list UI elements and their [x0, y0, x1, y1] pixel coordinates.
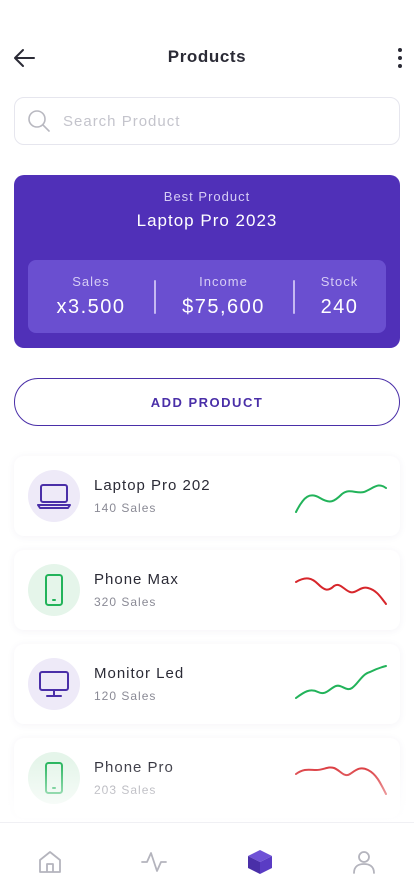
stat-label: Income	[199, 274, 248, 289]
best-product-label: Best Product	[163, 189, 251, 204]
bottom-navigation	[0, 822, 414, 896]
laptop-icon	[37, 484, 71, 509]
stat-label: Sales	[72, 274, 110, 289]
search-input[interactable]	[63, 112, 363, 130]
add-product-button[interactable]: ADD PRODUCT	[14, 378, 400, 426]
trend-down-sparkline	[295, 577, 387, 605]
list-item[interactable]: Phone Max 320 Sales	[14, 550, 400, 630]
more-options-button[interactable]	[392, 42, 408, 74]
stat-sales: Sales x3.500	[28, 260, 154, 333]
app-header: Products	[0, 0, 414, 100]
more-vertical-icon	[398, 48, 402, 68]
product-icon-circle	[28, 470, 80, 522]
nav-home[interactable]	[35, 847, 65, 877]
trend-up-sparkline	[295, 484, 387, 513]
list-item[interactable]: Monitor Led 120 Sales	[14, 644, 400, 724]
product-sales: 203 Sales	[94, 783, 157, 797]
nav-activity[interactable]	[139, 847, 169, 877]
phone-icon	[45, 762, 63, 794]
list-item[interactable]: Laptop Pro 202 140 Sales	[14, 456, 400, 536]
product-name: Phone Max	[94, 571, 179, 588]
product-icon-circle	[28, 564, 80, 616]
stat-value: x3.500	[56, 296, 126, 318]
product-icon-circle	[28, 752, 80, 804]
stat-stock: Stock 240	[293, 260, 386, 333]
user-icon	[353, 851, 375, 874]
nav-products[interactable]	[245, 847, 275, 877]
product-name: Monitor Led	[94, 665, 185, 682]
activity-icon	[141, 852, 167, 872]
best-product-name: Laptop Pro 2023	[136, 211, 278, 230]
best-product-card: Best Product Laptop Pro 2023 Sales x3.50…	[14, 175, 400, 348]
stat-value: 240	[320, 296, 359, 318]
product-sales: 320 Sales	[94, 595, 157, 609]
stat-income: Income $75,600	[154, 260, 293, 333]
product-sales: 120 Sales	[94, 689, 157, 703]
product-name: Laptop Pro 202	[94, 477, 211, 494]
trend-up-sparkline	[295, 665, 387, 699]
best-product-stats: Sales x3.500 Income $75,600 Stock 240	[28, 260, 386, 333]
stat-value: $75,600	[182, 296, 265, 318]
page-title: Products	[167, 47, 247, 66]
home-icon	[39, 851, 61, 873]
product-sales: 140 Sales	[94, 501, 157, 515]
monitor-icon	[39, 671, 69, 697]
search-bar	[14, 97, 400, 145]
nav-profile[interactable]	[349, 847, 379, 877]
trend-down-sparkline	[295, 766, 387, 795]
product-icon-circle	[28, 658, 80, 710]
search-icon	[28, 110, 50, 132]
box-icon	[248, 850, 272, 874]
product-name: Phone Pro	[94, 759, 174, 776]
list-item[interactable]: Phone Pro 203 Sales	[14, 738, 400, 818]
stat-label: Stock	[320, 274, 359, 289]
phone-icon	[45, 574, 63, 606]
